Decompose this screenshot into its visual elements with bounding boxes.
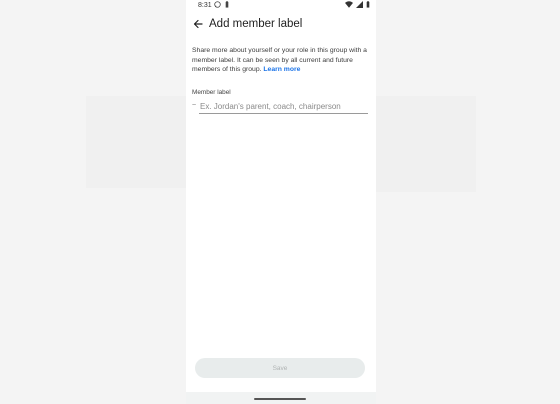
- status-right-icons: [345, 1, 370, 10]
- member-label-input[interactable]: [199, 99, 368, 114]
- status-left-icons: [214, 1, 229, 10]
- phone-screen: 8:31 Add member label Share more about y…: [186, 0, 376, 404]
- battery-saver-icon: [225, 1, 229, 10]
- page-title: Add member label: [209, 18, 303, 30]
- back-button[interactable]: [191, 18, 205, 32]
- home-handle[interactable]: [254, 398, 306, 400]
- background-right: [376, 0, 560, 404]
- signal-icon: [356, 1, 363, 10]
- whatsapp-icon: [214, 1, 221, 10]
- tilde-icon: ~: [192, 102, 197, 109]
- battery-icon: [366, 1, 370, 10]
- status-time: 8:31: [198, 2, 212, 9]
- app-bar: Add member label: [186, 14, 376, 38]
- learn-more-link[interactable]: Learn more: [263, 66, 300, 73]
- member-label-heading: Member label: [192, 89, 231, 96]
- status-bar: 8:31: [186, 0, 376, 12]
- background-block-right: [376, 96, 476, 192]
- save-button[interactable]: Save: [195, 358, 365, 378]
- navigation-bar: [186, 392, 376, 404]
- background-left: [0, 0, 186, 404]
- arrow-back-icon: [193, 16, 203, 34]
- background-block-left: [86, 96, 186, 188]
- description: Share more about yourself or your role i…: [192, 46, 370, 75]
- wifi-icon: [345, 1, 353, 10]
